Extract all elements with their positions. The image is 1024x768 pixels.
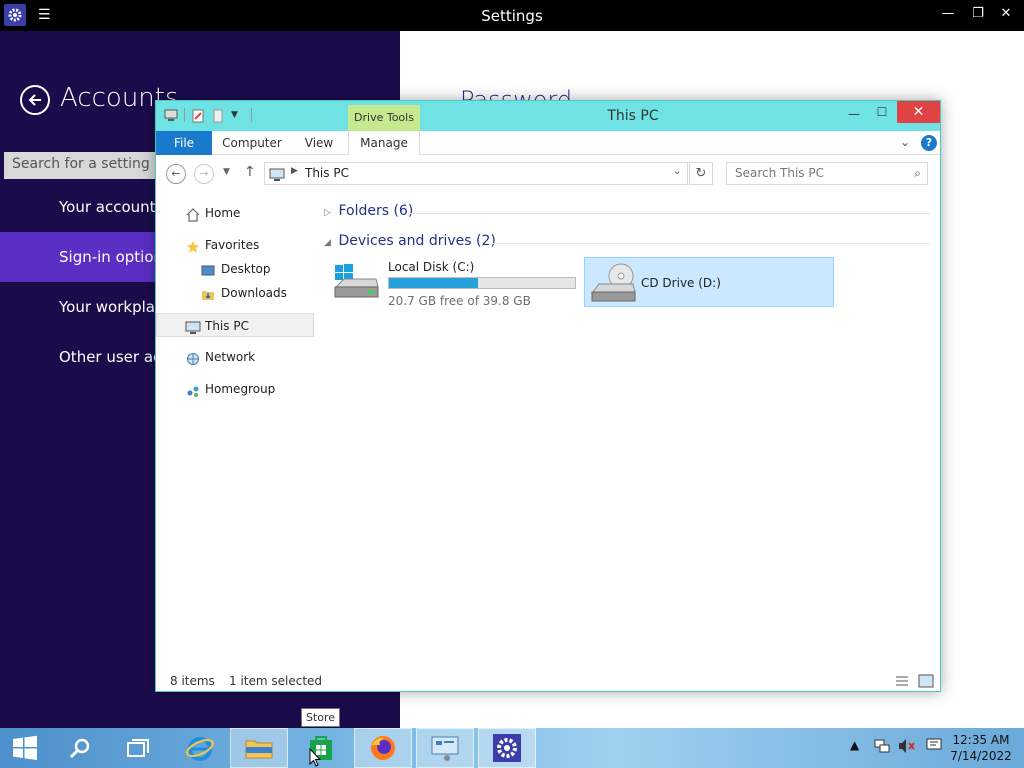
explorer-search-input[interactable]: Search This PC ⌕ bbox=[726, 162, 928, 185]
nav-item-homegroup[interactable]: Homegroup bbox=[156, 377, 314, 401]
search-icon: ⌕ bbox=[914, 166, 921, 180]
address-row: ← → ▼ ↑ ▶ This PC ⌄ ↻ Search This PC ⌕ bbox=[156, 159, 940, 187]
nav-item-desktop[interactable]: Desktop bbox=[156, 257, 314, 281]
nav-item-home[interactable]: Home bbox=[156, 201, 314, 225]
mouse-cursor-icon bbox=[309, 747, 322, 768]
nav-item-downloads[interactable]: Downloads bbox=[156, 281, 314, 305]
settings-titlebar: ☰ Settings — ❐ ✕ bbox=[0, 0, 1024, 31]
drive-free-space: 20.7 GB free of 39.8 GB bbox=[388, 294, 531, 308]
help-icon[interactable]: ? bbox=[921, 135, 937, 151]
group-divider bbox=[410, 213, 930, 214]
settings-window-title: Settings bbox=[481, 7, 543, 25]
breadcrumb-separator-icon[interactable]: ▶ bbox=[291, 166, 298, 176]
computer-icon bbox=[185, 319, 201, 334]
control-panel-icon bbox=[431, 736, 459, 761]
home-icon bbox=[186, 206, 200, 222]
internet-explorer-icon bbox=[186, 737, 214, 761]
search-taskbar-button[interactable] bbox=[58, 728, 102, 768]
star-icon bbox=[186, 238, 200, 253]
nav-item-this-pc[interactable]: This PC bbox=[156, 313, 314, 337]
store-tooltip: Store bbox=[301, 708, 340, 727]
file-explorer-icon bbox=[245, 740, 273, 759]
control-panel-taskbar-button[interactable] bbox=[416, 728, 474, 768]
selection-count: 1 item selected bbox=[229, 674, 323, 688]
explorer-titlebar: ▼ Drive Tools This PC — ☐ ✕ bbox=[156, 101, 940, 131]
task-view-icon bbox=[127, 739, 149, 757]
group-devices-header[interactable]: ◢ Devices and drives (2) bbox=[324, 233, 934, 253]
drive-usage-fill bbox=[389, 278, 479, 288]
drive-usage-bar bbox=[388, 277, 576, 289]
expanded-chevron-icon: ◢ bbox=[324, 238, 331, 248]
content-pane: ▷ Folders (6) ◢ Devices and drives (2) L… bbox=[316, 197, 940, 667]
hard-drive-windows-icon bbox=[332, 261, 380, 307]
explorer-close-button[interactable]: ✕ bbox=[897, 101, 940, 123]
computer-icon bbox=[269, 167, 285, 186]
settings-search-input[interactable]: Search for a setting bbox=[4, 152, 164, 179]
up-arrow-icon[interactable]: ↑ bbox=[244, 164, 256, 180]
show-hidden-icons-chevron-icon[interactable]: ▲ bbox=[850, 738, 859, 752]
action-center-icon[interactable] bbox=[926, 738, 942, 755]
internet-explorer-taskbar-button[interactable] bbox=[176, 728, 224, 768]
downloads-folder-icon bbox=[201, 286, 215, 300]
network-tray-icon[interactable] bbox=[874, 738, 890, 757]
address-bar[interactable]: ▶ This PC ⌄ bbox=[264, 162, 688, 185]
navigation-pane: Home Favorites Desktop Downloads This PC… bbox=[156, 197, 316, 667]
settings-taskbar-button[interactable] bbox=[478, 728, 536, 768]
explorer-window-title: This PC bbox=[607, 108, 659, 124]
network-icon bbox=[186, 350, 200, 365]
system-clock[interactable]: 12:35 AM 7/14/2022 bbox=[946, 732, 1016, 764]
expand-ribbon-chevron-icon[interactable]: ⌄ bbox=[900, 135, 910, 149]
refresh-button[interactable]: ↻ bbox=[689, 162, 713, 185]
drive-name: CD Drive (D:) bbox=[641, 276, 721, 290]
tab-manage[interactable]: Manage bbox=[348, 131, 420, 155]
tab-view[interactable]: View bbox=[296, 131, 342, 155]
nav-item-favorites[interactable]: Favorites bbox=[156, 233, 314, 257]
drive-tile-cd-drive[interactable]: CD Drive (D:) bbox=[584, 257, 834, 307]
search-icon bbox=[69, 738, 90, 759]
forward-button[interactable]: → bbox=[194, 164, 214, 184]
clock-date: 7/14/2022 bbox=[950, 749, 1012, 763]
settings-restore-button[interactable]: ❐ bbox=[968, 6, 988, 21]
large-icons-view-icon[interactable] bbox=[918, 674, 934, 688]
taskbar: ▲ 12:35 AM 7/14/2022 bbox=[0, 728, 1024, 768]
clock-time: 12:35 AM bbox=[952, 733, 1010, 747]
settings-close-button[interactable]: ✕ bbox=[996, 6, 1016, 21]
start-button[interactable] bbox=[0, 728, 50, 768]
windows-logo-icon bbox=[13, 735, 37, 760]
store-taskbar-button[interactable] bbox=[294, 728, 348, 768]
recent-locations-chevron-icon[interactable]: ▼ bbox=[223, 167, 230, 177]
tab-file[interactable]: File bbox=[156, 131, 212, 155]
group-divider bbox=[490, 243, 930, 244]
settings-gear-icon bbox=[493, 734, 521, 762]
back-button[interactable]: ← bbox=[166, 164, 186, 184]
volume-muted-icon[interactable] bbox=[898, 738, 916, 757]
drive-name: Local Disk (C:) bbox=[388, 260, 475, 274]
desktop-icon bbox=[201, 262, 215, 276]
address-dropdown-icon[interactable]: ⌄ bbox=[673, 166, 681, 177]
address-path[interactable]: This PC bbox=[305, 166, 349, 180]
firefox-taskbar-button[interactable] bbox=[354, 728, 412, 768]
settings-minimize-button[interactable]: — bbox=[938, 6, 958, 21]
file-explorer-window: ▼ Drive Tools This PC — ☐ ✕ File Compute… bbox=[155, 100, 941, 692]
collapsed-chevron-icon: ▷ bbox=[324, 208, 331, 218]
details-view-icon[interactable] bbox=[894, 674, 910, 688]
search-placeholder: Search This PC bbox=[735, 166, 824, 180]
nav-item-network[interactable]: Network bbox=[156, 345, 314, 369]
task-view-button[interactable] bbox=[116, 728, 160, 768]
file-explorer-taskbar-button[interactable] bbox=[230, 728, 288, 768]
group-folders-header[interactable]: ▷ Folders (6) bbox=[324, 203, 934, 223]
homegroup-icon bbox=[186, 382, 200, 397]
back-arrow-icon[interactable] bbox=[20, 85, 50, 115]
tab-computer[interactable]: Computer bbox=[218, 131, 286, 155]
item-count: 8 items bbox=[170, 674, 215, 688]
explorer-minimize-button[interactable]: — bbox=[844, 107, 864, 125]
firefox-icon bbox=[371, 736, 395, 760]
status-bar: 8 items 1 item selected bbox=[156, 671, 940, 691]
explorer-maximize-button[interactable]: ☐ bbox=[872, 105, 892, 123]
ribbon-tabs: File Computer View Manage ⌄ ? bbox=[156, 131, 940, 155]
cd-drive-icon bbox=[589, 262, 637, 308]
drive-tile-local-disk[interactable]: Local Disk (C:) 20.7 GB free of 39.8 GB bbox=[326, 257, 578, 308]
